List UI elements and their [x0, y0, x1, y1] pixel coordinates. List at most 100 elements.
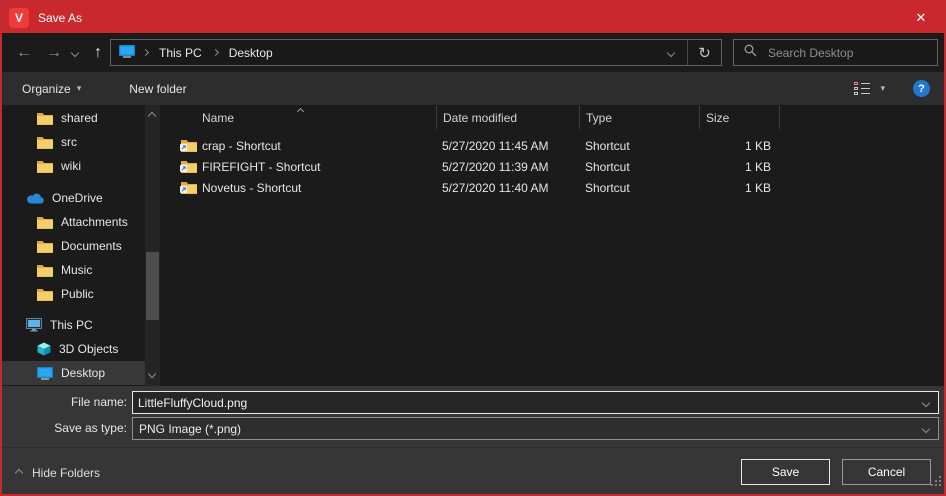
sidebar-item-3d-objects[interactable]: 3D Objects [2, 337, 145, 361]
sidebar-item-label: Public [61, 287, 94, 301]
scrollbar-thumb[interactable] [146, 252, 159, 320]
file-list: Name Date modified Type Size crap - Shor… [162, 105, 944, 386]
file-name: Novetus - Shortcut [202, 181, 301, 195]
sidebar-item-label: src [61, 135, 77, 149]
save-as-type-dropdown[interactable]: PNG Image (*.png) [132, 417, 939, 440]
app-logo-icon: V [9, 8, 29, 28]
3d-objects-icon [37, 342, 51, 356]
folder-shortcut-icon [181, 139, 197, 153]
file-type: Shortcut [585, 160, 630, 174]
navigation-bar: ← → ↑ This PC Desktop ↻ [2, 33, 944, 72]
file-list-header: Name Date modified Type Size [162, 105, 944, 130]
up-icon: ↑ [94, 44, 102, 62]
sidebar-item-label: 3D Objects [59, 342, 118, 356]
file-size: 1 KB [699, 139, 771, 153]
title-bar: V Save As ✕ [2, 2, 944, 33]
breadcrumb: This PC Desktop [111, 45, 654, 61]
folder-shortcut-icon [181, 181, 197, 195]
folder-icon [37, 136, 53, 149]
main-content: shared src wiki OneDrive Attachments Doc… [2, 105, 944, 386]
resize-grip-icon[interactable] [931, 473, 941, 491]
search-input[interactable] [766, 45, 937, 61]
search-icon [744, 44, 757, 62]
organize-button[interactable]: Organize ▾ [12, 72, 91, 105]
sort-ascending-icon [297, 108, 304, 115]
folder-icon [37, 216, 53, 229]
help-button[interactable]: ? [913, 80, 930, 97]
shortcut-arrow-icon [180, 140, 187, 154]
sidebar-item-desktop[interactable]: Desktop [2, 361, 145, 385]
column-header-date-modified[interactable]: Date modified [443, 111, 517, 125]
back-button[interactable]: ← [10, 33, 38, 72]
chevron-right-icon [142, 49, 149, 56]
folder-icon [37, 264, 53, 277]
shortcut-arrow-icon [180, 182, 187, 196]
file-row-crap-shortcut[interactable]: crap - Shortcut 5/27/2020 11:45 AM Short… [162, 136, 944, 157]
sidebar-item-this-pc[interactable]: This PC [2, 313, 145, 337]
chevron-down-icon[interactable] [922, 424, 930, 432]
sidebar-item-label: OneDrive [52, 191, 103, 205]
sidebar-item-music[interactable]: Music [2, 258, 145, 282]
column-header-name[interactable]: Name [202, 111, 234, 125]
save-as-type-label: Save as type: [2, 421, 127, 435]
column-separator[interactable] [579, 106, 580, 129]
address-bar-controls: ↻ [654, 40, 721, 65]
sidebar-item-src[interactable]: src [2, 130, 145, 154]
sidebar-item-wiki[interactable]: wiki [2, 154, 145, 178]
address-bar[interactable]: This PC Desktop ↻ [110, 39, 722, 66]
sidebar-item-label: Desktop [61, 366, 105, 380]
back-icon: ← [16, 44, 32, 62]
column-header-size[interactable]: Size [706, 111, 729, 125]
breadcrumb-this-pc[interactable]: This PC [156, 46, 205, 60]
folder-icon [37, 112, 53, 125]
shortcut-arrow-icon [180, 161, 187, 175]
close-button[interactable]: ✕ [898, 2, 944, 33]
chevron-down-icon[interactable] [922, 398, 930, 406]
cancel-button[interactable]: Cancel [842, 459, 931, 485]
folder-shortcut-icon [181, 160, 197, 174]
new-folder-button[interactable]: New folder [119, 72, 196, 105]
scroll-down-icon[interactable] [148, 370, 156, 378]
breadcrumb-desktop[interactable]: Desktop [226, 46, 276, 60]
close-icon: ✕ [916, 10, 927, 26]
file-name-combobox[interactable] [132, 391, 939, 414]
file-row-novetus-shortcut[interactable]: Novetus - Shortcut 5/27/2020 11:40 AM Sh… [162, 178, 944, 199]
column-separator[interactable] [436, 106, 437, 129]
refresh-button[interactable]: ↻ [688, 40, 721, 65]
search-box[interactable] [733, 39, 938, 66]
recent-locations-button[interactable] [66, 33, 84, 72]
forward-button[interactable]: → [40, 33, 68, 72]
sidebar-item-shared[interactable]: shared [2, 106, 145, 130]
desktop-location-icon [119, 45, 135, 61]
view-dropdown-button[interactable]: ▾ [880, 83, 885, 94]
sidebar-item-public[interactable]: Public [2, 282, 145, 306]
sidebar-item-documents[interactable]: Documents [2, 234, 145, 258]
details-view-icon[interactable] [854, 82, 870, 95]
column-separator[interactable] [699, 106, 700, 129]
window-title: Save As [38, 11, 82, 25]
sidebar-item-label: shared [61, 111, 98, 125]
help-icon: ? [918, 83, 925, 95]
sidebar-item-label: wiki [61, 159, 81, 173]
hide-folders-button[interactable]: Hide Folders [16, 466, 100, 480]
address-dropdown-button[interactable] [654, 40, 687, 65]
sidebar-item-onedrive[interactable]: OneDrive [2, 186, 145, 210]
navigation-sidebar: shared src wiki OneDrive Attachments Doc… [2, 105, 162, 386]
file-name-label: File name: [2, 395, 127, 409]
file-size: 1 KB [699, 181, 771, 195]
column-header-type[interactable]: Type [586, 111, 612, 125]
file-name: crap - Shortcut [202, 139, 281, 153]
file-row-firefight-shortcut[interactable]: FIREFIGHT - Shortcut 5/27/2020 11:39 AM … [162, 157, 944, 178]
sidebar-scrollbar[interactable] [145, 105, 160, 386]
refresh-icon: ↻ [698, 44, 711, 62]
file-type: Shortcut [585, 181, 630, 195]
chevron-down-icon [71, 48, 79, 56]
up-button[interactable]: ↑ [84, 33, 112, 72]
scroll-up-icon[interactable] [148, 112, 156, 120]
sidebar-item-attachments[interactable]: Attachments [2, 210, 145, 234]
column-separator[interactable] [779, 106, 780, 129]
file-name-input[interactable] [133, 396, 923, 410]
sidebar-item-label: Attachments [61, 215, 128, 229]
chevron-down-icon [666, 48, 674, 56]
save-button[interactable]: Save [741, 459, 830, 485]
